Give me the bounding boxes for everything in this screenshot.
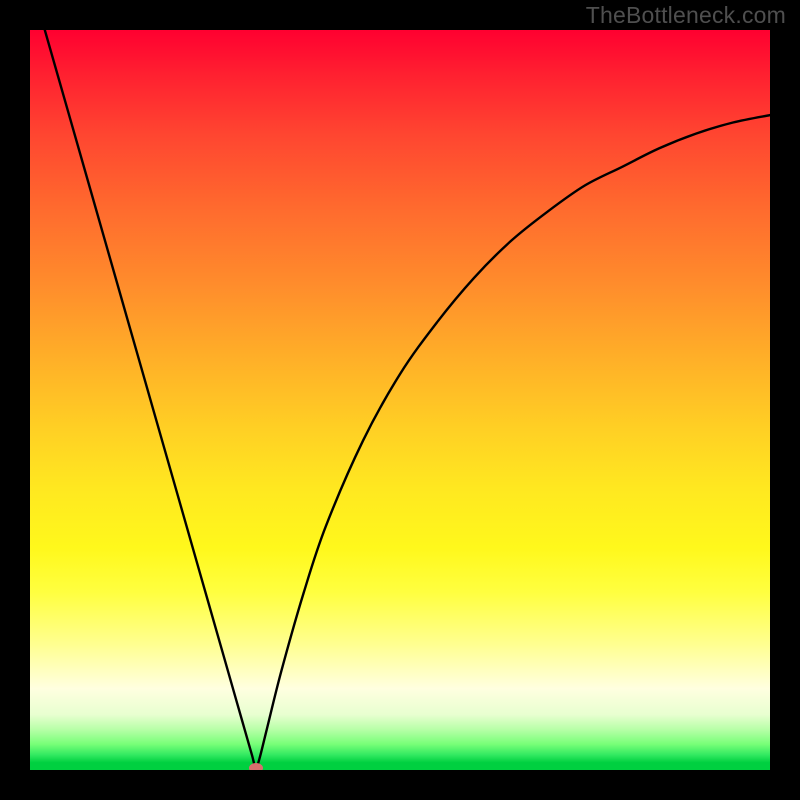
bottleneck-curve xyxy=(30,30,770,770)
plot-area xyxy=(30,30,770,770)
watermark-text: TheBottleneck.com xyxy=(586,2,786,29)
optimum-marker xyxy=(249,763,263,770)
chart-frame: TheBottleneck.com xyxy=(0,0,800,800)
